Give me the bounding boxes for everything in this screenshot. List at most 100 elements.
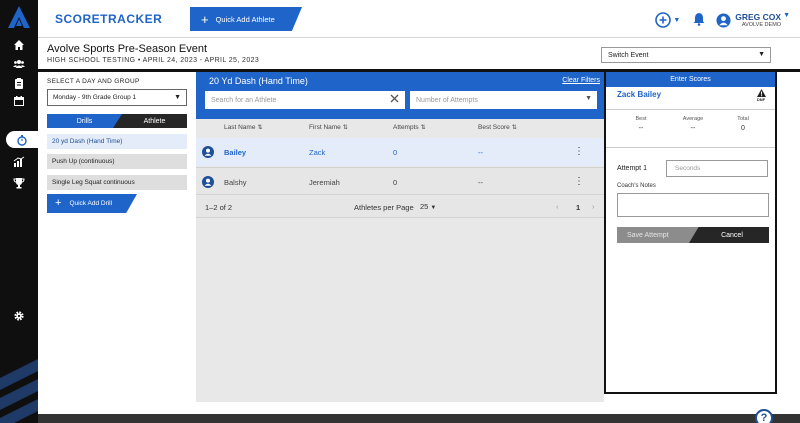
day-group-label: SELECT A DAY AND GROUP — [47, 78, 140, 85]
table-row[interactable]: Bailey Zack 0 -- ⋮ — [196, 138, 604, 166]
athlete-avatar-icon — [202, 146, 214, 158]
athlete-list-header: 20 Yd Dash (Hand Time) Clear Filters Sea… — [196, 72, 604, 119]
clear-filters-link[interactable]: Clear Filters — [562, 77, 600, 84]
user-org: AVOLVE DEMO — [741, 22, 782, 28]
save-attempt-button[interactable]: Save Attempt — [617, 227, 700, 243]
enter-scores-panel: Enter Scores Zack Bailey DNF Best -- Ave… — [604, 72, 777, 394]
per-page-select[interactable]: 25 ▼ — [420, 202, 436, 211]
drill-selector-panel: SELECT A DAY AND GROUP Monday - 9th Grad… — [38, 72, 196, 417]
attempt-label: Attempt 1 — [617, 165, 647, 172]
athlete-attempts: 0 — [393, 148, 398, 157]
day-group-value: Monday - 9th Grade Group 1 — [53, 94, 137, 101]
quick-add-athlete-label: Quick Add Athlete — [215, 14, 275, 24]
warning-icon — [756, 89, 766, 97]
per-page-label: Athletes per Page — [354, 203, 414, 212]
clipboard-icon[interactable] — [0, 74, 38, 91]
add-menu-button[interactable]: ▼ — [655, 12, 680, 28]
athlete-last-name: Balshy — [224, 178, 247, 187]
previous-page-icon[interactable]: ‹ — [556, 202, 559, 211]
column-header-attempts[interactable]: Attempts ⇅ — [393, 124, 426, 131]
chevron-down-icon: ▼ — [673, 16, 681, 24]
event-title: Avolve Sports Pre-Season Event — [47, 43, 207, 55]
user-menu[interactable]: GREG COX AVOLVE DEMO ▼ — [716, 12, 790, 28]
stopwatch-icon[interactable] — [6, 131, 38, 148]
current-page[interactable]: 1 — [576, 203, 580, 212]
athlete-last-name: Bailey — [224, 148, 247, 157]
dnf-button[interactable]: DNF — [755, 89, 767, 103]
settings-icon[interactable] — [0, 307, 38, 324]
coach-notes-field[interactable] — [617, 193, 769, 217]
chevron-down-icon: ▼ — [430, 205, 437, 211]
search-placeholder: Search for an Athlete — [211, 96, 277, 104]
pagination-range: 1–2 of 2 — [205, 203, 233, 212]
selected-athlete-name: Zack Bailey — [617, 90, 662, 99]
drill-item[interactable]: 20 yd Dash (Hand Time) — [47, 134, 187, 149]
plus-icon: + — [55, 197, 62, 209]
panel-tabs: Drills Athlete — [47, 114, 187, 128]
switch-event-label: Switch Event — [608, 51, 649, 59]
column-header-best-score[interactable]: Best Score ⇅ — [478, 124, 517, 131]
athlete-first-name: Jeremiah — [309, 178, 340, 187]
chevron-down-icon: ▼ — [758, 51, 765, 58]
bell-icon — [693, 13, 705, 26]
day-group-select[interactable]: Monday - 9th Grade Group 1 ▼ — [47, 89, 187, 106]
top-bar: SCORETRACKER + Quick Add Athlete ▼ GREG … — [38, 0, 800, 38]
event-header: Avolve Sports Pre-Season Event HIGH SCHO… — [38, 38, 800, 69]
chevron-down-icon: ▼ — [783, 12, 790, 19]
attempts-filter-select[interactable]: Number of Attempts ▼ — [410, 91, 597, 109]
kebab-menu-icon[interactable]: ⋮ — [574, 146, 584, 157]
column-header-first-name[interactable]: First Name ⇅ — [309, 124, 348, 131]
stat-total: Total 0 — [737, 116, 749, 132]
users-icon[interactable] — [0, 55, 38, 72]
divider — [606, 109, 775, 110]
chevron-down-icon: ▼ — [585, 95, 592, 102]
close-icon — [390, 94, 399, 103]
divider — [606, 147, 775, 148]
user-avatar-icon — [716, 12, 731, 28]
top-right-controls: ▼ GREG COX AVOLVE DEMO ▼ — [655, 9, 790, 31]
athlete-attempts: 0 — [393, 178, 398, 187]
seconds-input[interactable]: Seconds — [666, 160, 768, 177]
drill-item[interactable]: Push Up (continuous) — [47, 154, 187, 169]
tab-athlete[interactable]: Athlete — [122, 114, 187, 128]
plus-icon: + — [201, 11, 209, 27]
sort-arrow-icon: ⇅ — [420, 125, 426, 131]
enter-scores-header: Enter Scores — [606, 72, 775, 87]
chevron-down-icon: ▼ — [174, 94, 181, 101]
athlete-search-input[interactable]: Search for an Athlete — [205, 91, 405, 109]
drill-title: 20 Yd Dash (Hand Time) — [209, 76, 308, 86]
left-rail — [0, 0, 38, 423]
drill-item[interactable]: Single Leg Squat continuous — [47, 175, 187, 190]
chart-icon[interactable] — [0, 153, 38, 170]
brand-title: SCORETRACKER — [55, 12, 163, 26]
quick-add-drill-button[interactable]: + Quick Add Drill — [47, 194, 137, 213]
avolve-logo-icon[interactable] — [7, 5, 31, 29]
trophy-icon[interactable] — [0, 174, 38, 191]
table-row[interactable]: Balshy Jeremiah 0 -- ⋮ — [196, 167, 604, 195]
tab-drills[interactable]: Drills — [47, 114, 122, 128]
stat-best: Best -- — [635, 116, 647, 132]
user-name: GREG COX — [735, 12, 782, 22]
athlete-avatar-icon — [202, 176, 214, 188]
sort-arrow-icon: ⇅ — [257, 125, 263, 131]
column-header-last-name[interactable]: Last Name ⇅ — [224, 124, 262, 131]
clear-search-button[interactable] — [389, 93, 400, 106]
footer-bar — [38, 414, 800, 423]
cancel-button[interactable]: Cancel — [689, 227, 769, 243]
home-icon[interactable] — [0, 36, 38, 53]
athlete-best-score: -- — [478, 178, 483, 187]
pagination-bar: 1–2 of 2 Athletes per Page 25 ▼ ‹ 1 › — [196, 196, 604, 218]
next-page-icon[interactable]: › — [592, 202, 595, 211]
calendar-icon[interactable] — [0, 92, 38, 109]
athlete-list-panel: 20 Yd Dash (Hand Time) Clear Filters Sea… — [196, 72, 604, 402]
sort-arrow-icon: ⇅ — [511, 125, 517, 131]
coach-notes-label: Coach's Notes — [617, 183, 656, 189]
attempts-placeholder: Number of Attempts — [416, 96, 478, 104]
switch-event-select[interactable]: Switch Event ▼ — [601, 47, 771, 63]
kebab-menu-icon[interactable]: ⋮ — [574, 176, 584, 187]
help-button[interactable]: ? — [755, 409, 773, 423]
notifications-button[interactable] — [692, 12, 706, 28]
quick-add-athlete-button[interactable]: + Quick Add Athlete — [190, 7, 302, 31]
decorative-stripes — [0, 359, 38, 423]
event-subtitle: HIGH SCHOOL TESTING • APRIL 24, 2023 - A… — [47, 57, 260, 64]
